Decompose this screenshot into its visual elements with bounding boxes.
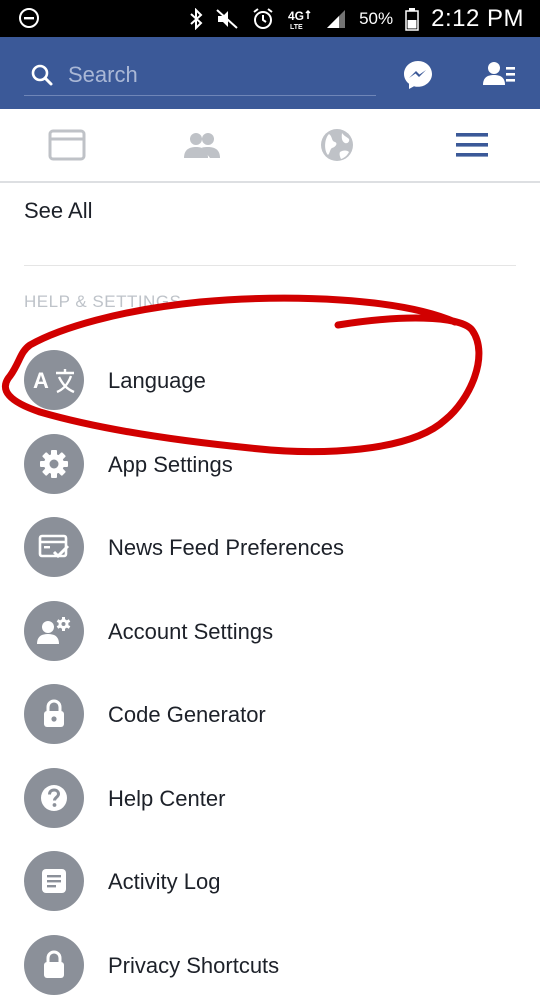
see-all-link[interactable]: See All — [24, 198, 93, 224]
battery-percent: 50% — [359, 8, 394, 28]
search-input[interactable] — [66, 59, 370, 91]
menu-item-label: Activity Log — [108, 869, 221, 894]
privacy-lock-icon — [24, 935, 84, 995]
menu-item-news-feed-preferences[interactable]: News Feed Preferences — [24, 515, 524, 579]
bluetooth-icon — [189, 7, 203, 30]
clock: 2:12 PM — [431, 4, 524, 32]
menu-item-privacy-shortcuts[interactable]: Privacy Shortcuts — [24, 933, 524, 997]
messenger-icon[interactable] — [400, 57, 436, 93]
translate-icon: A — [24, 350, 84, 410]
question-icon — [24, 768, 84, 828]
menu-tab[interactable] — [452, 127, 492, 163]
svg-text:A: A — [33, 368, 49, 393]
alarm-icon — [251, 7, 275, 31]
menu-item-label: App Settings — [108, 452, 233, 477]
menu-item-account-settings[interactable]: Account Settings — [24, 599, 524, 663]
hamburger-menu-icon — [456, 133, 488, 157]
app-header — [0, 37, 540, 109]
account-settings-icon — [24, 601, 84, 661]
tab-bar — [0, 109, 540, 183]
globe-icon — [321, 129, 353, 161]
search-icon — [30, 63, 54, 92]
menu-item-label: Privacy Shortcuts — [108, 953, 280, 978]
menu-item-app-settings[interactable]: App Settings — [24, 432, 524, 496]
svg-text:4G: 4G — [288, 9, 304, 23]
news-feed-icon — [48, 129, 86, 161]
friends-tab[interactable] — [182, 127, 222, 163]
status-bar: 4G LTE 50% 2:12 PM — [0, 0, 540, 37]
battery-icon — [405, 7, 419, 31]
divider — [24, 265, 516, 266]
menu-item-label: Code Generator — [108, 702, 266, 727]
menu-item-language[interactable]: A Language — [24, 348, 524, 412]
signal-icon — [325, 8, 347, 30]
notifications-globe-tab[interactable] — [317, 127, 357, 163]
menu-item-activity-log[interactable]: Activity Log — [24, 849, 524, 913]
friend-requests-icon[interactable] — [481, 57, 517, 93]
menu-item-label: Language — [108, 368, 206, 393]
menu-item-code-generator[interactable]: Code Generator — [24, 682, 524, 746]
menu-item-help-center[interactable]: Help Center — [24, 766, 524, 830]
menu-item-label: Help Center — [108, 786, 226, 811]
svg-text:LTE: LTE — [290, 24, 303, 31]
friends-icon — [184, 133, 220, 158]
search-bar[interactable] — [24, 55, 376, 96]
news-feed-tab[interactable] — [47, 127, 87, 163]
lock-icon — [24, 684, 84, 744]
menu-item-label: Account Settings — [108, 619, 274, 644]
network-4g-lte-icon: 4G LTE — [287, 7, 313, 31]
do-not-disturb-icon — [18, 7, 40, 34]
activity-log-icon — [24, 851, 84, 911]
gear-icon — [24, 434, 84, 494]
menu-item-label: News Feed Preferences — [108, 535, 344, 560]
section-title: HELP & SETTINGS — [24, 292, 182, 311]
mute-icon — [215, 8, 239, 30]
news-feed-prefs-icon — [24, 517, 84, 577]
